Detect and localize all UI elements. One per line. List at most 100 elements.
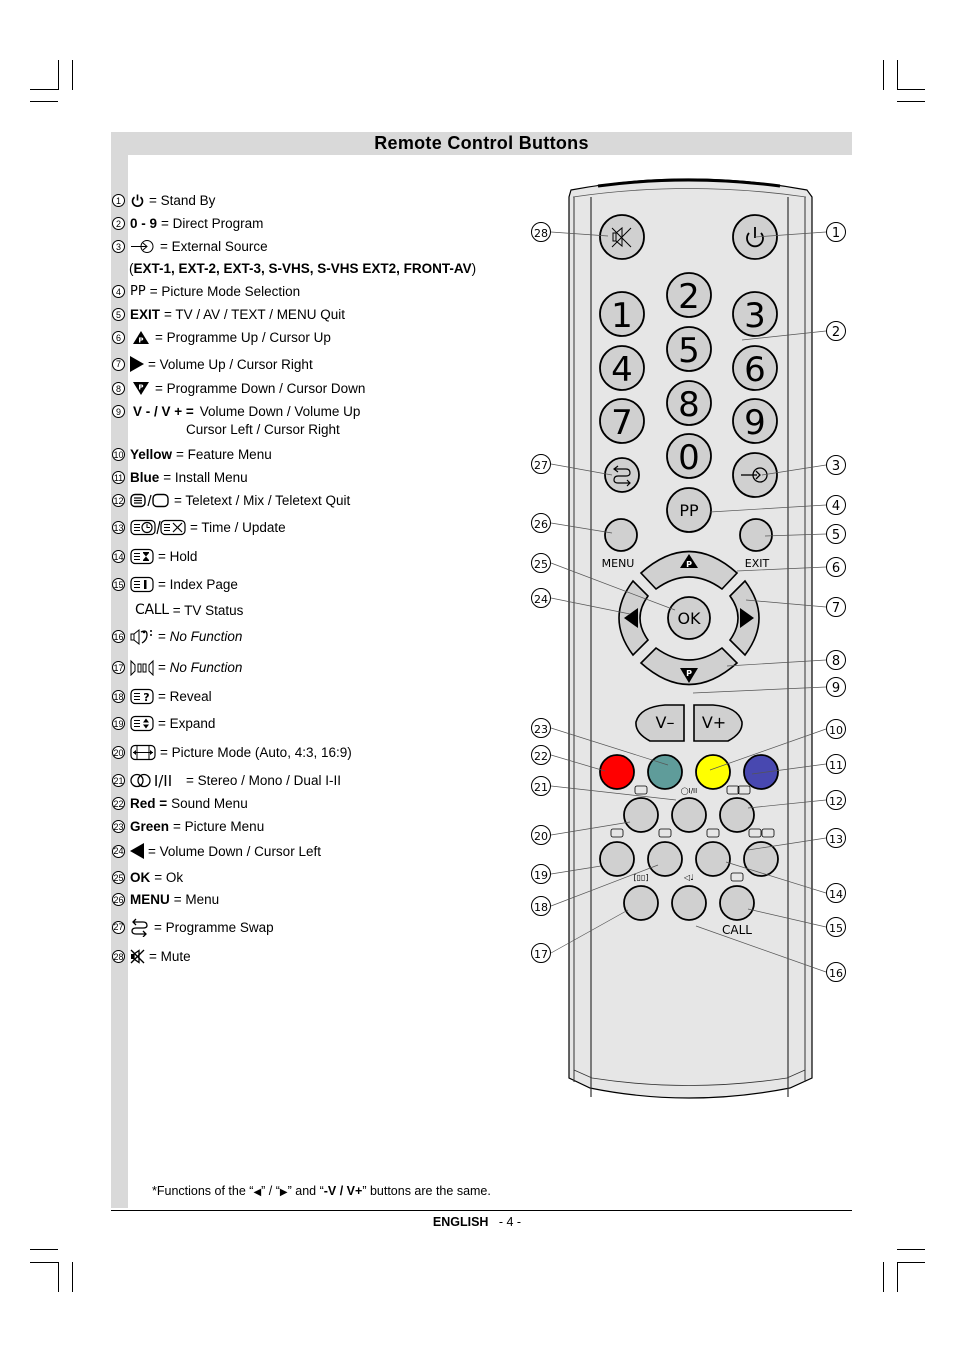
expand-button[interactable]	[599, 841, 635, 877]
item-desc: = Programme Down / Cursor Down	[155, 381, 366, 396]
item-number: 20	[112, 746, 125, 759]
item-desc-italic: No Function	[169, 629, 243, 644]
picture-format-button[interactable]	[623, 797, 659, 833]
stereo-dual-button[interactable]	[671, 797, 707, 833]
item-number: 24	[112, 844, 125, 858]
time-update-button[interactable]	[743, 841, 779, 877]
reveal-button[interactable]	[647, 841, 683, 877]
footnote: *Functions of the “◀” / “▶” and “-V / V+…	[152, 1184, 491, 1198]
callout-marker	[826, 321, 846, 341]
yellow-button[interactable]	[695, 754, 731, 790]
item-desc: = Volume Down / Cursor Left	[148, 843, 321, 859]
callout-leader	[761, 464, 827, 476]
reveal-icon	[658, 828, 672, 838]
digit-7-button[interactable]	[599, 398, 645, 444]
item-desc: = Time / Update	[190, 520, 286, 535]
ok-button[interactable]	[667, 596, 711, 640]
programme-down-button[interactable]	[639, 646, 739, 686]
red-button[interactable]	[599, 754, 635, 790]
exit-button[interactable]	[739, 518, 773, 552]
menu-button[interactable]	[604, 518, 638, 552]
blue-button[interactable]	[743, 754, 779, 790]
callout-marker	[826, 495, 846, 515]
surround-button[interactable]	[623, 885, 659, 921]
teletext-mix-icon	[726, 785, 740, 795]
callout-number: 6	[832, 561, 840, 576]
external-source-icon	[130, 239, 156, 254]
programme-swap-button[interactable]	[604, 457, 640, 493]
remote-body	[568, 178, 813, 1099]
legend-item: 25 OK = Ok	[112, 870, 183, 885]
callout-marker	[531, 745, 551, 765]
v-plus-button[interactable]	[693, 704, 743, 742]
callout-marker	[531, 776, 551, 796]
hold-icon	[130, 548, 154, 565]
mute-button[interactable]	[599, 214, 645, 260]
sound-effect-button[interactable]	[671, 885, 707, 921]
item-desc: = Picture Menu	[173, 819, 265, 834]
item-desc: = Expand	[158, 716, 216, 731]
v-plus-label: V+	[702, 713, 726, 732]
callout-leader	[550, 463, 613, 476]
call-label: CALL	[722, 923, 752, 937]
digit-9-button[interactable]	[732, 398, 778, 444]
crop-mark	[30, 101, 58, 102]
callout-number: 20	[534, 830, 548, 843]
programme-up-button[interactable]	[639, 550, 739, 591]
item-key: OK	[130, 870, 151, 885]
external-source-button[interactable]	[732, 452, 778, 498]
digit-1-button[interactable]	[599, 291, 645, 337]
item-number: 2	[112, 217, 125, 230]
callout-leader	[741, 330, 827, 341]
callout-marker	[531, 864, 551, 884]
item-number: 14	[112, 550, 125, 563]
callout-marker	[826, 962, 846, 982]
item-key: 0 - 9	[130, 216, 158, 231]
volume-down-button[interactable]	[618, 579, 650, 657]
item-number: 8	[112, 382, 125, 395]
callout-leader	[550, 562, 676, 611]
digit-6-button[interactable]	[732, 345, 778, 391]
crop-mark	[883, 60, 884, 90]
callout-marker	[826, 524, 846, 544]
index-page-button[interactable]	[719, 885, 755, 921]
digit-0-button[interactable]	[666, 433, 712, 479]
teletext-button[interactable]	[719, 797, 755, 833]
item-number: 25	[112, 871, 125, 884]
time-icon	[748, 828, 762, 838]
digit-2-button[interactable]	[666, 272, 712, 318]
item-number: 16	[112, 630, 125, 643]
callout-leader	[550, 785, 677, 801]
power-icon	[746, 227, 764, 248]
item-number: 6	[112, 331, 125, 344]
standby-button[interactable]	[732, 214, 778, 260]
digit-5-button[interactable]	[666, 326, 712, 372]
hold-icon	[706, 828, 720, 838]
green-button[interactable]	[647, 754, 683, 790]
callout-leader	[747, 799, 827, 809]
item-number: 13	[112, 521, 125, 534]
item-desc: = TV Status	[172, 602, 244, 618]
item-desc: Volume Down / Volume Up	[199, 404, 361, 419]
callout-marker	[826, 455, 846, 475]
digit-4-button[interactable]	[599, 345, 645, 391]
legend-item: 22 Red = Sound Menu	[112, 796, 248, 811]
callout-marker	[826, 650, 846, 670]
legend-item: 14 = Hold	[112, 548, 197, 565]
programme-up-icon	[680, 554, 698, 568]
item-number: 28	[112, 950, 125, 963]
volume-up-button[interactable]	[728, 579, 760, 657]
digit-label: 2	[678, 277, 700, 317]
item-desc: = Picture Mode Selection	[149, 284, 301, 299]
mute-icon	[130, 949, 145, 964]
picture-mode-selection-button[interactable]	[666, 487, 712, 533]
item-desc: = Menu	[173, 892, 220, 907]
hold-button[interactable]	[695, 841, 731, 877]
callout-number: 16	[829, 967, 843, 980]
v-minus-button[interactable]	[635, 704, 685, 742]
right-arrow-icon: ▶	[279, 1187, 288, 1198]
digit-8-button[interactable]	[666, 380, 712, 426]
callout-number: 28	[534, 227, 548, 240]
callout-leader	[764, 533, 827, 537]
digit-3-button[interactable]	[732, 291, 778, 337]
